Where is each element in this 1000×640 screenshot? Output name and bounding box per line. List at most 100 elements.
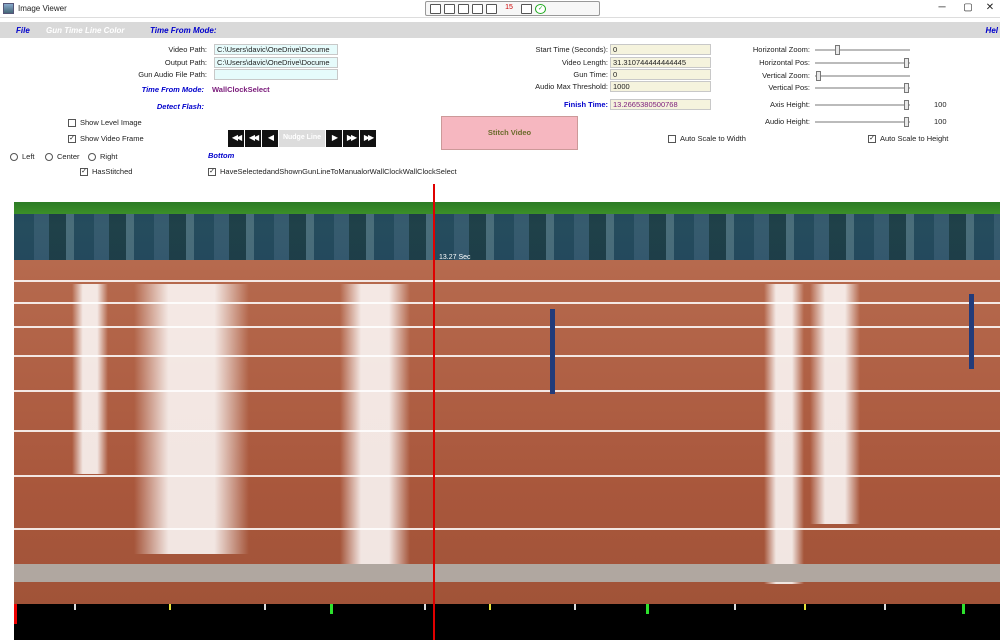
image-sky — [14, 184, 1000, 202]
menu-gun-time-line-color[interactable]: Gun Time Line Color — [46, 26, 125, 35]
radio-label: Center — [57, 152, 80, 161]
radio-circle[interactable] — [10, 152, 18, 161]
time-tick — [264, 604, 266, 610]
gun-time-field[interactable]: 0 — [610, 69, 711, 80]
menu-help[interactable]: Hel — [986, 26, 998, 35]
show-video-frame-checkbox[interactable]: ✓ Show Video Frame — [68, 134, 144, 143]
app-icon — [3, 3, 14, 14]
show-level-image-checkbox[interactable]: Show Level Image — [68, 118, 142, 127]
start-time-label: Start Time (Seconds): — [535, 45, 608, 54]
gun-marker-tick — [962, 604, 965, 614]
horizontal-pos-slider[interactable] — [815, 58, 910, 68]
align-left-radio[interactable]: Left — [10, 152, 35, 161]
slider-thumb[interactable] — [904, 83, 909, 93]
gun-marker-tick — [330, 604, 333, 614]
horizontal-zoom-slider[interactable] — [815, 45, 910, 55]
audio-height-value: 100 — [934, 117, 947, 126]
capture-toolbar: 15 ✓ — [425, 1, 600, 16]
have-selected-checkbox[interactable]: ✓ HaveSelectedandShownGunLineToManualorWa… — [208, 167, 457, 176]
gun-marker-tick — [646, 604, 649, 614]
gun-audio-path-field[interactable] — [214, 69, 338, 80]
output-path-field[interactable]: C:\Users\davic\OneDrive\Docume — [214, 57, 338, 68]
checkbox-box[interactable] — [668, 134, 676, 143]
audio-height-slider[interactable] — [815, 117, 910, 127]
audio-threshold-label: Audio Max Threshold: — [535, 82, 608, 91]
align-center-radio[interactable]: Center — [45, 152, 80, 161]
time-tick — [884, 604, 886, 610]
rewind-button[interactable]: ◀◀ — [245, 130, 261, 147]
slider-thumb[interactable] — [904, 100, 909, 110]
checkbox-box[interactable]: ✓ — [868, 134, 876, 143]
video-path-field[interactable]: C:\Users\davic\OneDrive\Docume — [214, 44, 338, 55]
window-icon[interactable] — [444, 3, 455, 14]
horizontal-pos-label: Horizontal Pos: — [759, 58, 810, 67]
runner-figure — [550, 309, 555, 394]
time-tick — [574, 604, 576, 610]
fullscreen-icon[interactable] — [472, 3, 483, 14]
stitch-video-button[interactable]: Stitch Video — [441, 116, 578, 150]
radio-circle[interactable] — [88, 152, 96, 161]
checkbox-box[interactable]: ✓ — [208, 167, 216, 176]
pin-icon[interactable] — [486, 3, 497, 14]
slider-thumb[interactable] — [816, 71, 821, 81]
gun-audio-path-label: Gun Audio File Path: — [138, 70, 207, 79]
vertical-pos-slider[interactable] — [815, 83, 910, 93]
close-button[interactable]: ✕ — [980, 2, 1000, 13]
radio-label: Left — [22, 152, 35, 161]
slider-thumb[interactable] — [904, 117, 909, 127]
menu-bar: File Gun Time Line Color Time From Mode:… — [0, 22, 1000, 38]
motion-blur-streak — [134, 284, 249, 554]
radio-circle[interactable] — [45, 152, 53, 161]
start-marker — [14, 604, 17, 624]
checkbox-box[interactable] — [68, 118, 76, 127]
slider-thumb[interactable] — [904, 58, 909, 68]
checkbox-box[interactable]: ✓ — [80, 167, 88, 176]
video-length-label: Video Length: — [561, 58, 608, 67]
has-stitched-checkbox[interactable]: ✓ HasStitched — [80, 167, 132, 176]
minimize-button[interactable]: ─ — [932, 2, 952, 13]
video-path-label: Video Path: — [168, 45, 207, 54]
menu-time-from-mode[interactable]: Time From Mode: — [150, 26, 217, 35]
step-forward-button[interactable]: ▶ — [326, 130, 342, 147]
auto-scale-height-checkbox[interactable]: ✓ Auto Scale to Height — [868, 134, 948, 143]
first-frame-button[interactable]: ◀◀ — [228, 130, 244, 147]
last-frame-button[interactable]: ▶▶ — [360, 130, 376, 147]
horizontal-zoom-label: Horizontal Zoom: — [752, 45, 810, 54]
lane-line — [14, 280, 1000, 282]
video-length-field[interactable]: 31.310744444444445 — [610, 57, 711, 68]
finish-time-field[interactable]: 13.2665380500768 — [610, 99, 711, 110]
target-icon[interactable] — [521, 3, 532, 14]
step-back-button[interactable]: ◀ — [262, 130, 278, 147]
checkbox-box[interactable]: ✓ — [68, 134, 76, 143]
checkbox-label: Show Video Frame — [80, 134, 144, 143]
check-icon[interactable]: ✓ — [535, 3, 546, 14]
vertical-zoom-slider[interactable] — [815, 71, 910, 81]
align-right-radio[interactable]: Right — [88, 152, 118, 161]
time-tick — [734, 604, 736, 610]
motion-blur-streak — [810, 284, 860, 524]
time-tick — [804, 604, 806, 610]
slider-thumb[interactable] — [835, 45, 841, 55]
time-tick — [74, 604, 76, 610]
maximize-button[interactable]: ▢ — [958, 2, 978, 13]
menu-file[interactable]: File — [16, 26, 30, 35]
nudge-line-button[interactable]: Nudge Line — [279, 130, 325, 147]
checkbox-label: Auto Scale to Width — [680, 134, 746, 143]
start-time-field[interactable]: 0 — [610, 44, 711, 55]
auto-scale-width-checkbox[interactable]: Auto Scale to Width — [668, 134, 746, 143]
title-bar: Image Viewer 15 ✓ ─ ▢ ✕ — [0, 0, 1000, 18]
vertical-pos-label: Vertical Pos: — [768, 83, 810, 92]
fast-forward-button[interactable]: ▶▶ — [343, 130, 359, 147]
motion-blur-streak — [340, 284, 410, 574]
gun-time-label: Gun Time: — [573, 70, 608, 79]
screenshot-icon[interactable] — [430, 3, 441, 14]
axis-height-slider[interactable] — [815, 100, 910, 110]
finish-time-line[interactable] — [433, 184, 435, 640]
finish-image-canvas[interactable]: 13.27 Sec — [14, 184, 1000, 640]
audio-threshold-field[interactable]: 1000 — [610, 81, 711, 92]
detect-flash-label: Detect Flash: — [156, 102, 204, 111]
image-stitched-figures — [14, 214, 1000, 260]
time-axis[interactable] — [14, 604, 1000, 640]
monitor-icon[interactable] — [458, 3, 469, 14]
checkbox-label: HaveSelectedandShownGunLineToManualorWal… — [220, 167, 457, 176]
